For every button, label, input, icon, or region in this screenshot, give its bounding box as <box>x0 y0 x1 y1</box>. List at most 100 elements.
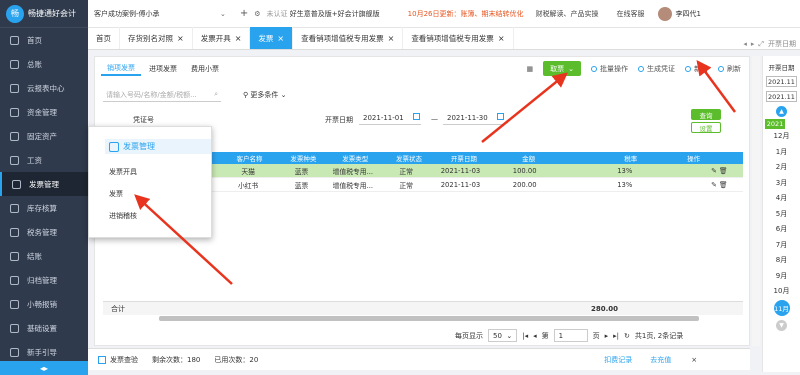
grid-icon[interactable]: ▦ <box>527 65 534 73</box>
more-conditions-toggle[interactable]: ⚲ 更多条件 ⌄ <box>243 90 286 100</box>
column-header[interactable]: 发票状态 <box>380 153 438 163</box>
column-header[interactable]: 开票日期 <box>438 153 490 163</box>
expand-icon[interactable]: ⤢ <box>758 40 764 49</box>
sidebar-item-5[interactable]: 工资 <box>0 148 88 172</box>
edit-icon[interactable]: ✎ <box>711 181 719 189</box>
sidebar-item-3[interactable]: 资金管理 <box>0 100 88 124</box>
calendar-icon[interactable] <box>413 113 420 120</box>
edit-icon[interactable]: ✎ <box>711 167 719 175</box>
column-header[interactable]: 发票种类 <box>276 153 330 163</box>
add-button[interactable]: 新增 <box>685 64 708 74</box>
close-icon <box>10 251 19 261</box>
tab-4[interactable]: 查看销项增值税专用发票 × <box>293 27 404 49</box>
calendar-icon[interactable] <box>497 113 504 120</box>
page-input[interactable]: 1 <box>553 329 588 342</box>
scroll-right-icon[interactable]: ▸ <box>751 40 755 48</box>
fetch-invoice-button[interactable]: 取票 ⌄ <box>543 61 581 76</box>
gear-icon[interactable]: ⚙ <box>254 10 260 18</box>
subtab-2[interactable]: 费用小票 <box>185 61 225 76</box>
prev-page-button[interactable]: ◂ <box>533 332 537 340</box>
month-item[interactable]: 5月 <box>763 207 800 223</box>
recharge-link[interactable]: 去充值 <box>650 355 671 365</box>
column-header[interactable]: 客户名称 <box>223 153 277 163</box>
chevron-down-icon[interactable]: ⌄ <box>220 10 226 18</box>
month-item[interactable]: 1月 <box>763 145 800 161</box>
close-tab-icon[interactable]: × <box>388 34 395 43</box>
scroll-left-icon[interactable]: ◂ <box>743 40 747 48</box>
month-item[interactable]: 10月 <box>763 284 800 300</box>
month-item[interactable]: 8月 <box>763 253 800 269</box>
end-date-field[interactable]: 2021-11-30 <box>443 111 505 125</box>
sidebar-item-9[interactable]: 结账 <box>0 244 88 268</box>
vertical-scrollbar[interactable] <box>752 56 760 346</box>
refresh-page-icon[interactable]: ↻ <box>624 332 630 340</box>
refresh-button[interactable]: 刷新 <box>718 64 741 74</box>
delete-icon[interactable]: 🗑 <box>719 167 728 175</box>
column-header[interactable]: 操作 <box>687 153 743 163</box>
date-end[interactable]: 2021.11 <box>766 91 797 102</box>
announcement-link[interactable]: 10月26日更新：账簿、期末结转优化 <box>408 9 524 19</box>
popup-item-invoice[interactable]: 发票 <box>109 189 123 199</box>
column-header[interactable]: 税率 <box>568 153 646 163</box>
month-item[interactable]: 6月 <box>763 222 800 238</box>
month-item[interactable]: 12月 <box>763 129 800 145</box>
delete-icon[interactable]: 🗑 <box>719 181 728 189</box>
user-menu[interactable]: 李四代1 <box>658 6 701 21</box>
sidebar-item-10[interactable]: 归档管理 <box>0 268 88 292</box>
tab-5[interactable]: 查看销项增值税专用发票 × <box>403 27 514 49</box>
cert-status[interactable]: 未认证 好生意普及版+好会计旗舰版 <box>267 9 380 19</box>
chevron-up-icon[interactable]: ▲ <box>776 106 787 117</box>
next-page-button[interactable]: ▸ <box>605 332 609 340</box>
sidebar-item-0[interactable]: 首页 <box>0 28 88 52</box>
tab-3[interactable]: 发票 × <box>250 27 294 49</box>
horizontal-scrollbar[interactable] <box>159 316 699 321</box>
close-tab-icon[interactable]: × <box>235 34 242 43</box>
video-link[interactable]: 财税解读、产品实操 <box>535 9 598 19</box>
generate-voucher-button[interactable]: 生成凭证 <box>638 64 675 74</box>
month-item[interactable]: 7月 <box>763 238 800 254</box>
batch-button[interactable]: 批量操作 <box>591 64 628 74</box>
help-link[interactable]: 在线客服 <box>616 9 644 19</box>
start-date-field[interactable]: 2021-11-01 <box>359 111 421 125</box>
column-header[interactable]: 金额 <box>490 153 568 163</box>
sidebar-item-4[interactable]: 固定资产 <box>0 124 88 148</box>
date-start[interactable]: 2021.11 <box>766 76 797 87</box>
close-tab-icon[interactable]: × <box>177 34 184 43</box>
last-page-button[interactable]: ▸| <box>613 332 619 340</box>
per-page-select[interactable]: 50 ⌄ <box>488 329 518 342</box>
tab-0[interactable]: 首页 <box>88 27 120 49</box>
subtab-0[interactable]: 销项发票 <box>101 61 141 76</box>
search-input[interactable]: 请输入号码/名称/金额/税额... ⌕ <box>103 88 221 102</box>
close-icon[interactable]: × <box>691 356 697 364</box>
plus-icon[interactable]: + <box>240 8 248 19</box>
app-logo[interactable]: 畅畅捷通好会计 <box>0 0 88 28</box>
month-item[interactable]: 2月 <box>763 160 800 176</box>
chevron-down-icon[interactable]: ▼ <box>776 319 787 331</box>
sidebar-item-6[interactable]: 发票管理 <box>0 172 88 196</box>
tab-2[interactable]: 发票开具 × <box>193 27 251 49</box>
month-item[interactable]: 4月 <box>763 191 800 207</box>
query-button[interactable]: 查询 <box>691 109 721 120</box>
column-header[interactable]: 发票类型 <box>330 153 380 163</box>
first-page-button[interactable]: |◂ <box>522 332 528 340</box>
settings-button[interactable]: 设置 <box>691 122 721 133</box>
sidebar-item-7[interactable]: 库存核算 <box>0 196 88 220</box>
sidebar-item-2[interactable]: 云报表中心 <box>0 76 88 100</box>
popup-item-audit[interactable]: 进销稽核 <box>109 211 137 221</box>
sidebar-item-8[interactable]: 税务管理 <box>0 220 88 244</box>
close-tab-icon[interactable]: × <box>498 34 505 43</box>
subtab-1[interactable]: 进项发票 <box>143 61 183 76</box>
company-name[interactable]: 客户成功案例-傅小承 <box>94 9 216 19</box>
sidebar-item-12[interactable]: 基础设置 <box>0 316 88 340</box>
current-month[interactable]: 11月 <box>773 299 790 316</box>
collapse-sidebar-button[interactable]: ◂▸ <box>0 361 88 375</box>
popup-item-issue[interactable]: 发票开具 <box>109 167 137 177</box>
sidebar-item-1[interactable]: 总账 <box>0 52 88 76</box>
month-item[interactable]: 3月 <box>763 176 800 192</box>
invoice-check-link[interactable]: 发票查验 <box>110 355 138 365</box>
sidebar-item-11[interactable]: 小畅报销 <box>0 292 88 316</box>
fee-record-link[interactable]: 扣费记录 <box>604 355 632 365</box>
tab-1[interactable]: 存货别名对照 × <box>120 27 193 49</box>
close-tab-icon[interactable]: × <box>277 34 284 43</box>
month-item[interactable]: 9月 <box>763 269 800 285</box>
